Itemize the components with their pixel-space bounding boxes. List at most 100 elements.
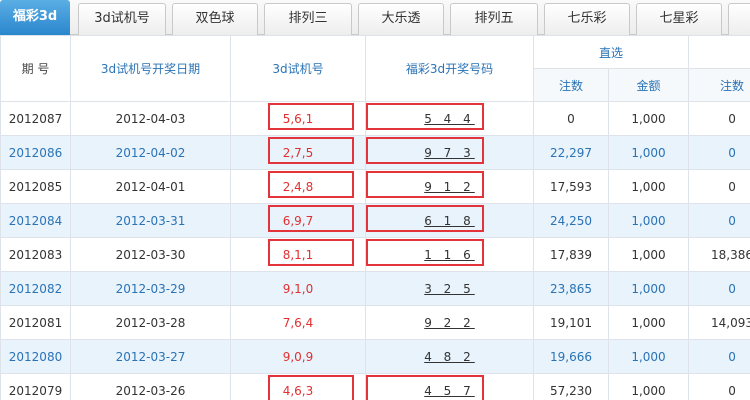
tab-1[interactable]: 3d试机号 xyxy=(78,3,166,35)
bet-count-cell: 17,839 xyxy=(533,237,609,272)
prize-amount-cell: 1,000 xyxy=(607,203,690,238)
bet-count-cell: 17,593 xyxy=(533,169,609,204)
tab-8[interactable]: 2 xyxy=(728,3,750,35)
bet-count-cell-2: 14,093 xyxy=(688,305,750,340)
table-row: 2012081 2012-03-28 7,6,4 9 2 2 19,101 1,000 14… xyxy=(0,305,750,340)
table-row: 2012079 2012-03-26 4,6,3 4 5 7 57,230 1,000 0 xyxy=(0,373,750,400)
draw-date-cell: 2012-04-02 xyxy=(70,135,231,170)
period-cell: 2012086 xyxy=(0,135,71,170)
prize-amount-cell: 1,000 xyxy=(607,135,690,170)
prize-amount-cell: 1,000 xyxy=(607,271,690,306)
draw-date-cell: 2012-03-28 xyxy=(70,305,231,340)
winning-number-cell: 9 1 2 xyxy=(365,169,534,204)
winning-number-link[interactable]: 5 4 4 xyxy=(424,112,475,126)
winning-number-cell: 4 5 7 xyxy=(365,373,534,400)
table-row: 2012084 2012-03-31 6,9,7 6 1 8 24,250 1,000 0 xyxy=(0,203,750,238)
winning-number-cell: 5 4 4 xyxy=(365,101,534,136)
period-header: 期 号 xyxy=(0,35,71,102)
bet-count-cell-2: 0 xyxy=(688,135,750,170)
bet-count-cell-2: 0 xyxy=(688,101,750,136)
tab-7[interactable]: 七星彩 xyxy=(636,3,722,35)
prize-amount-cell: 1,000 xyxy=(607,339,690,374)
trial-number-cell: 8,1,1 xyxy=(230,237,366,272)
table-row: 2012083 2012-03-30 8,1,1 1 1 6 17,839 1,000 18… xyxy=(0,237,750,272)
trial-number-header: 3d试机号 xyxy=(230,35,366,102)
tab-2[interactable]: 双色球 xyxy=(172,3,258,35)
winning-number-cell: 3 2 5 xyxy=(365,271,534,306)
table-row: 2012086 2012-04-02 2,7,5 9 7 3 22,297 1,000 0 xyxy=(0,135,750,170)
trial-number-cell: 9,1,0 xyxy=(230,271,366,306)
winning-number-link[interactable]: 9 2 2 xyxy=(424,316,475,330)
period-cell: 2012079 xyxy=(0,373,71,400)
prize-amount-header: 金额 xyxy=(607,68,690,102)
prize-amount-cell: 1,000 xyxy=(607,373,690,400)
draw-date-cell: 2012-03-26 xyxy=(70,373,231,400)
winning-number-cell: 9 2 2 xyxy=(365,305,534,340)
winning-number-cell: 9 7 3 xyxy=(365,135,534,170)
winning-number-link[interactable]: 9 1 2 xyxy=(424,180,475,194)
winning-number-link[interactable]: 4 8 2 xyxy=(424,350,475,364)
bet-count-header-2: 注数 xyxy=(688,68,750,102)
bet-count-cell: 24,250 xyxy=(533,203,609,238)
trial-number-cell: 2,4,8 xyxy=(230,169,366,204)
winning-number-link[interactable]: 1 1 6 xyxy=(424,248,475,262)
table-row: 2012080 2012-03-27 9,0,9 4 8 2 19,666 1,000 0 xyxy=(0,339,750,374)
winning-number-link[interactable]: 9 7 3 xyxy=(424,146,475,160)
draw-date-cell: 2012-04-01 xyxy=(70,169,231,204)
results-table: 期 号 3d试机号开奖日期 3d试机号 福彩3d开奖号码 直选 注数 金额 注数… xyxy=(0,35,750,400)
tab-5[interactable]: 排列五 xyxy=(450,3,538,35)
tab-3[interactable]: 排列三 xyxy=(264,3,352,35)
draw-date-cell: 2012-03-31 xyxy=(70,203,231,238)
lottery-tab-bar: 福彩3d3d试机号双色球排列三大乐透排列五七乐彩七星彩2 xyxy=(0,0,750,35)
trial-number-cell: 7,6,4 xyxy=(230,305,366,340)
bet-count-cell-2: 0 xyxy=(688,373,750,400)
winning-number-link[interactable]: 3 2 5 xyxy=(424,282,475,296)
bet-count-cell: 23,865 xyxy=(533,271,609,306)
prize-amount-cell: 1,000 xyxy=(607,305,690,340)
bet-count-cell: 19,101 xyxy=(533,305,609,340)
bet-count-cell-2: 0 xyxy=(688,203,750,238)
draw-date-cell: 2012-04-03 xyxy=(70,101,231,136)
winning-number-header: 福彩3d开奖号码 xyxy=(365,35,534,102)
bet-count-cell-2: 0 xyxy=(688,339,750,374)
bet-count-cell-2: 0 xyxy=(688,271,750,306)
winning-number-cell: 4 8 2 xyxy=(365,339,534,374)
winning-number-link[interactable]: 4 5 7 xyxy=(424,384,475,398)
draw-date-cell: 2012-03-29 xyxy=(70,271,231,306)
bet-count-cell-2: 18,386 xyxy=(688,237,750,272)
period-cell: 2012082 xyxy=(0,271,71,306)
trial-number-cell: 9,0,9 xyxy=(230,339,366,374)
prize-amount-cell: 1,000 xyxy=(607,169,690,204)
period-cell: 2012081 xyxy=(0,305,71,340)
tab-0[interactable]: 福彩3d xyxy=(0,0,70,35)
period-cell: 2012085 xyxy=(0,169,71,204)
period-cell: 2012084 xyxy=(0,203,71,238)
table-row: 2012085 2012-04-01 2,4,8 9 1 2 17,593 1,000 0 xyxy=(0,169,750,204)
prize-amount-cell: 1,000 xyxy=(607,101,690,136)
bet-count-cell: 57,230 xyxy=(533,373,609,400)
period-cell: 2012083 xyxy=(0,237,71,272)
direct-selection-header: 直选 xyxy=(532,35,690,69)
trial-number-cell: 6,9,7 xyxy=(230,203,366,238)
winning-number-cell: 6 1 8 xyxy=(365,203,534,238)
prize-amount-cell: 1,000 xyxy=(607,237,690,272)
bet-count-cell-2: 0 xyxy=(688,169,750,204)
bet-count-cell: 22,297 xyxy=(533,135,609,170)
draw-date-cell: 2012-03-27 xyxy=(70,339,231,374)
draw-date-cell: 2012-03-30 xyxy=(70,237,231,272)
tab-4[interactable]: 大乐透 xyxy=(358,3,444,35)
trial-number-cell: 5,6,1 xyxy=(230,101,366,136)
period-cell: 2012080 xyxy=(0,339,71,374)
draw-date-header: 3d试机号开奖日期 xyxy=(70,35,231,102)
winning-number-link[interactable]: 6 1 8 xyxy=(424,214,475,228)
period-cell: 2012087 xyxy=(0,101,71,136)
lottery-results-panel: 福彩3d3d试机号双色球排列三大乐透排列五七乐彩七星彩2 期 号 3d试机号开奖… xyxy=(0,0,750,400)
group-selection-header xyxy=(688,35,750,69)
trial-number-cell: 4,6,3 xyxy=(230,373,366,400)
table-row: 2012082 2012-03-29 9,1,0 3 2 5 23,865 1,000 0 xyxy=(0,271,750,306)
bet-count-cell: 0 xyxy=(533,101,609,136)
bet-count-header: 注数 xyxy=(533,68,609,102)
bet-count-cell: 19,666 xyxy=(533,339,609,374)
table-row: 2012087 2012-04-03 5,6,1 5 4 4 0 1,000 0 xyxy=(0,101,750,136)
tab-6[interactable]: 七乐彩 xyxy=(544,3,630,35)
